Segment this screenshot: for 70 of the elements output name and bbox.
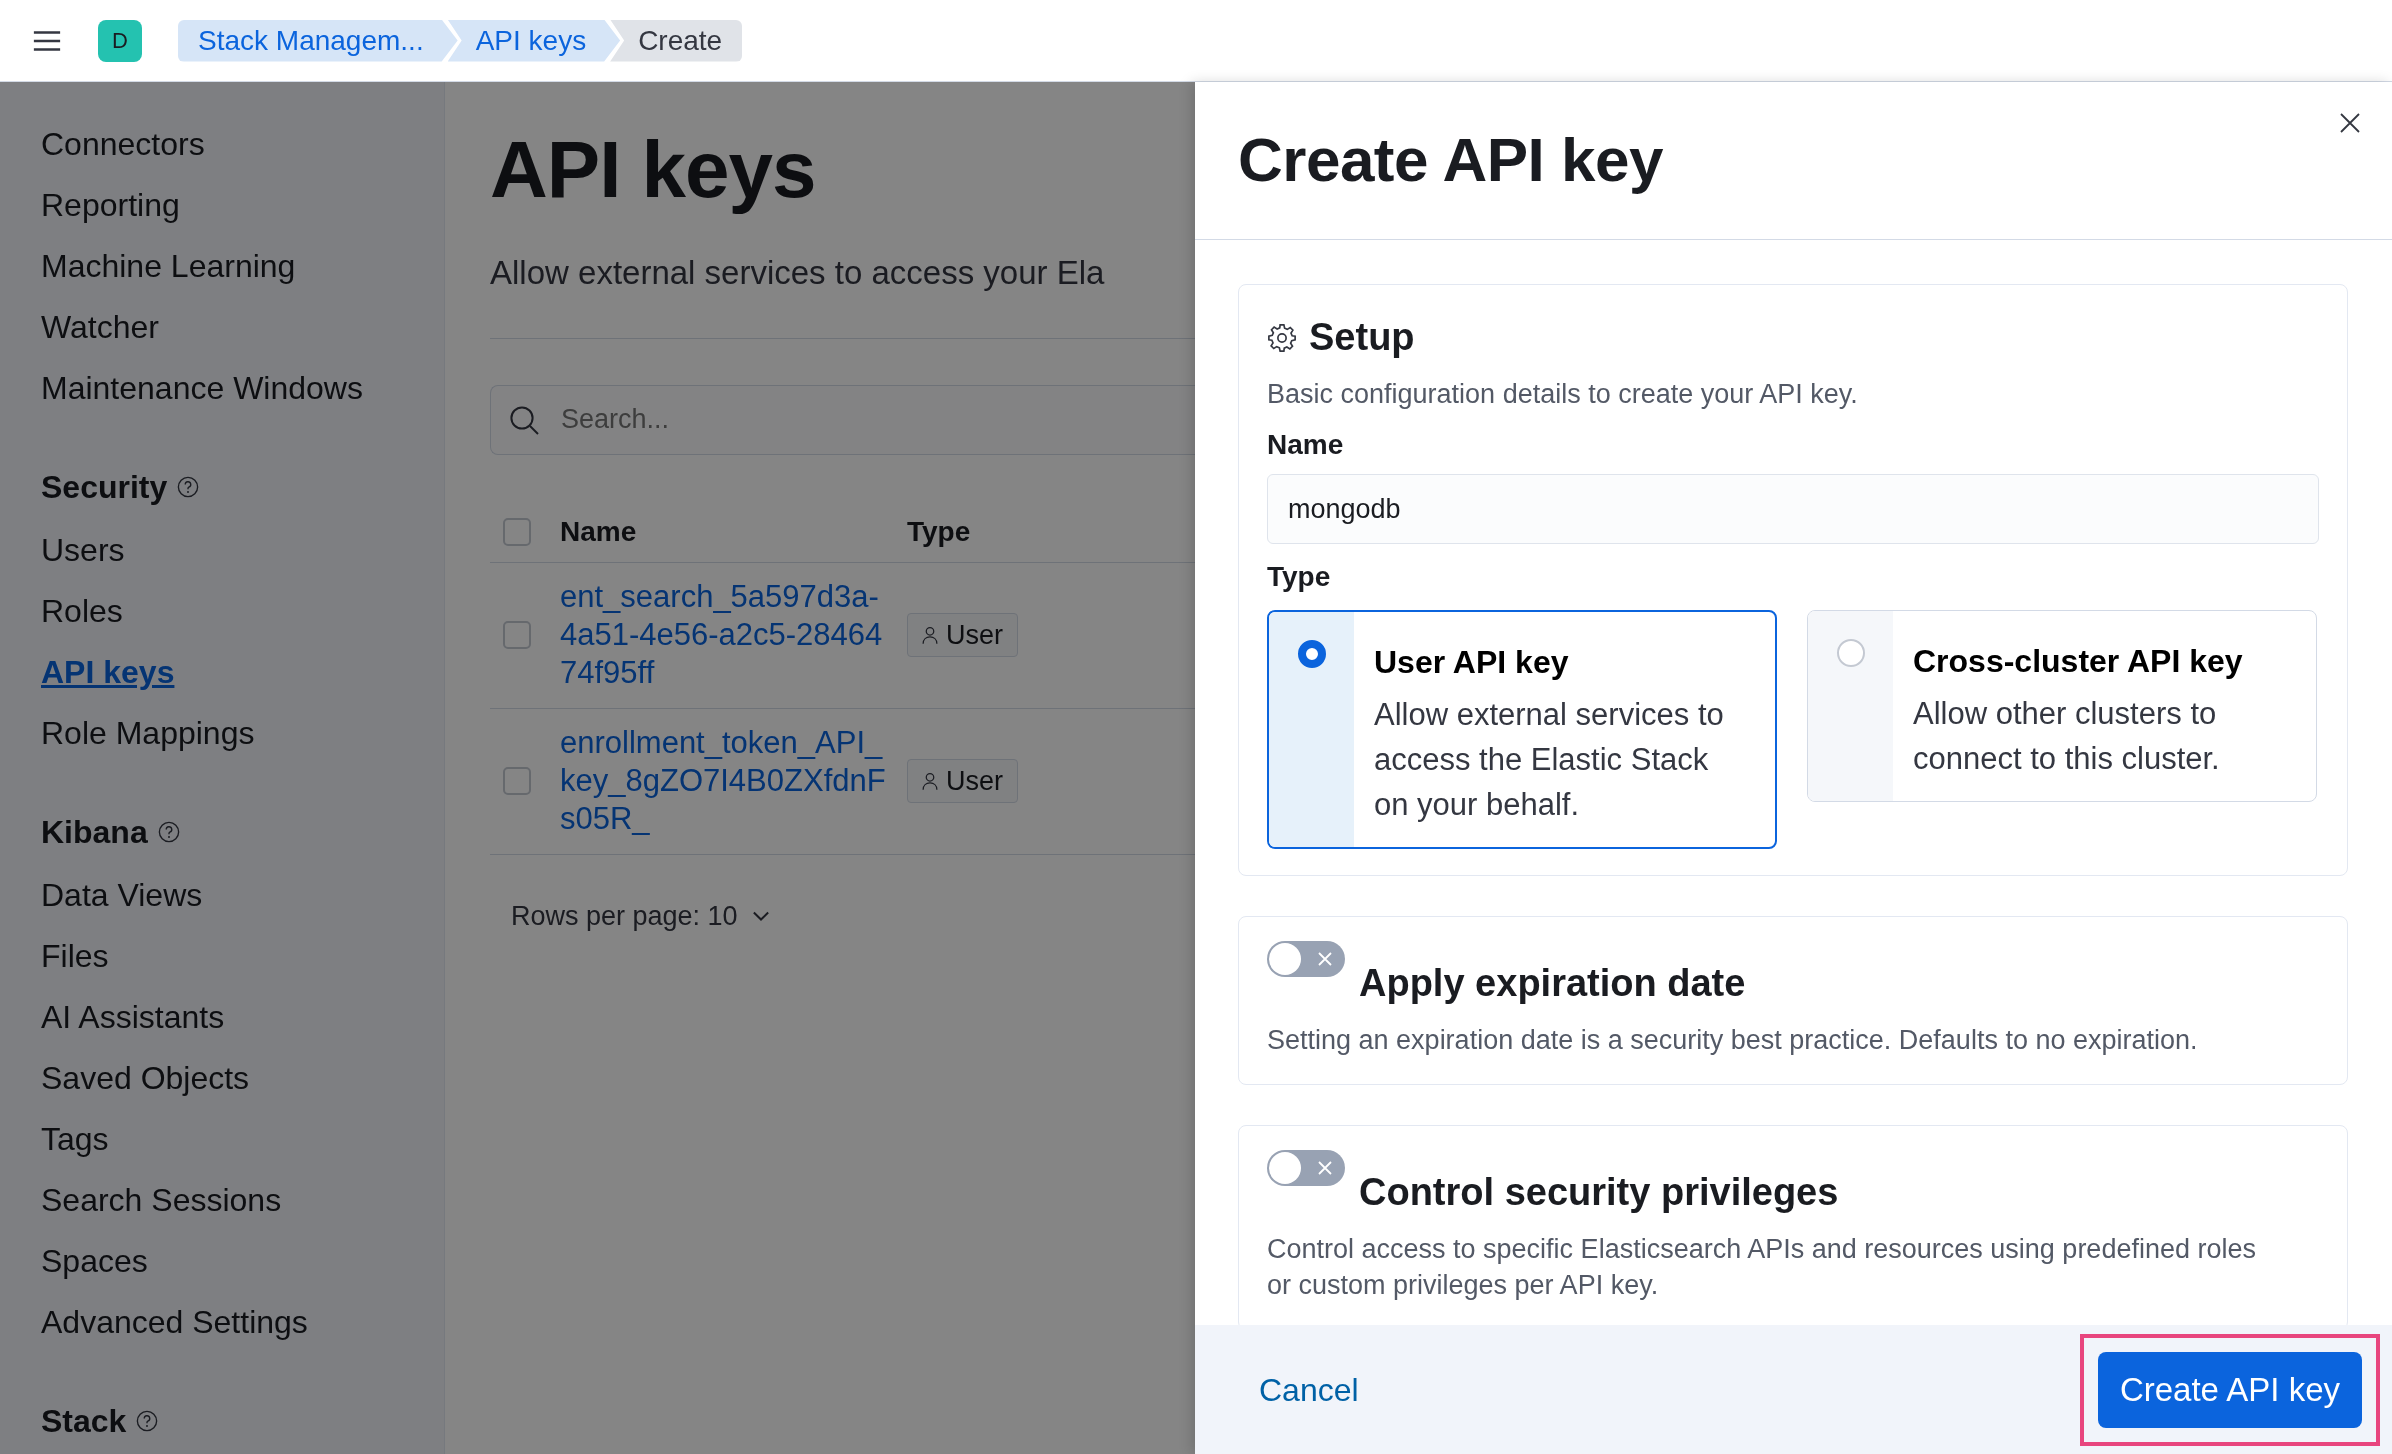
panel-description: Setting an expiration date is a security best practice. Defaults to no expiration. [1267,1024,2199,1057]
sidebar-item[interactable]: Connectors [41,113,205,174]
page-description: Allow external services to access your Ela [490,253,1106,293]
checkbox[interactable] [503,518,531,546]
panel-description: Basic configuration details to create your API key. [1267,378,1859,411]
radio-button[interactable] [1297,640,1326,668]
user-icon [920,625,940,645]
rows-per-page-button[interactable]: Rows per page: 10 [505,894,776,937]
sidebar-item[interactable]: Maintenance Windows [41,357,363,418]
type-option-card[interactable]: Cross-cluster API key Allow other clusters to connect to this cluster. [1807,610,2317,802]
key-name-link[interactable]: ent_search_5a597d3a-4a51-4e56-a2c5-2846474f95ff [560,578,890,692]
sidebar-item[interactable]: Reporting [41,174,180,235]
page-title: API keys [490,124,817,216]
sidebar-item[interactable]: Tags [41,1108,109,1169]
search-field[interactable]: Search... [490,384,1195,455]
help-icon [136,1410,159,1432]
key-name-link[interactable]: enrollment_token_API_key_8gZO7I4B0ZXfdnFs05R_ [560,724,890,838]
option-description: Allow other clusters to connect to this cluster. [1913,695,2221,778]
sidebar-heading: Security [41,468,168,507]
avatar[interactable]: D [98,19,142,62]
sidebar-heading: Stack [41,1402,127,1441]
toggle-switch[interactable] [1267,1150,1345,1186]
option-title: User API key [1374,643,1570,682]
breadcrumb[interactable]: API keys [447,19,621,62]
sidebar-item[interactable]: Search Sessions [41,1169,282,1230]
type-badge: User [907,612,1018,658]
sidebar-item[interactable]: Data Views [41,864,203,925]
x-icon [1317,951,1333,967]
breadcrumb[interactable]: Stack Managem... [178,19,458,62]
type-badge: User [907,758,1018,804]
sidebar-item[interactable]: AI Assistants [41,986,225,1047]
cancel-button[interactable]: Cancel [1253,1364,1365,1415]
radio-button[interactable] [1836,639,1865,667]
panel-title: Control security privileges [1359,1170,1839,1215]
sidebar-item[interactable]: Role Mappings [41,702,255,763]
sidebar-heading: Kibana [41,813,148,852]
create-api-key-button[interactable]: Create API key [2097,1351,2362,1428]
close-icon [2338,110,2362,135]
gear-icon [1267,322,1297,353]
checkbox[interactable] [503,767,531,795]
option-title: Cross-cluster API key [1913,642,2244,681]
panel-title: Setup [1309,315,1415,360]
chevron-down-icon [751,910,770,921]
panel-description: Control access to specific Elasticsearch APIs and resources using predefined roles or custom privileges per API key. [1267,1233,2257,1302]
sidebar-item[interactable]: Saved Objects [41,1047,250,1108]
search-icon [508,403,540,436]
sidebar-item[interactable]: Watcher [41,296,159,357]
sidebar-item[interactable]: Machine Learning [41,235,296,296]
column-header: Type [907,515,971,549]
toggle-switch[interactable] [1267,941,1345,977]
checkbox[interactable] [503,621,531,649]
panel-title: Apply expiration date [1359,961,1746,1006]
flyout-title: Create API key [1238,124,1663,197]
sidebar-item[interactable]: Spaces [41,1230,148,1291]
breadcrumb[interactable]: Create [610,19,743,62]
type-option-card[interactable]: User API key Allow external services to access the Elastic Stack on your behalf. [1267,610,1777,849]
sidebar-item[interactable]: Files [41,925,109,986]
user-icon [920,771,940,791]
sidebar-item[interactable]: Advanced Settings [41,1291,308,1352]
column-header: Name [560,515,638,549]
name-field[interactable]: mongodb [1267,474,2319,544]
help-icon [177,476,200,498]
help-icon [157,821,180,843]
option-description: Allow external services to access the Elastic Stack on your behalf. [1374,696,1725,824]
sidebar-item[interactable]: Roles [41,580,123,641]
sidebar-item[interactable]: Users [41,519,125,580]
field-label: Name [1267,428,1345,462]
field-label: Type [1267,560,1332,594]
x-icon [1317,1160,1333,1176]
sidebar-item[interactable]: API keys [41,641,175,702]
